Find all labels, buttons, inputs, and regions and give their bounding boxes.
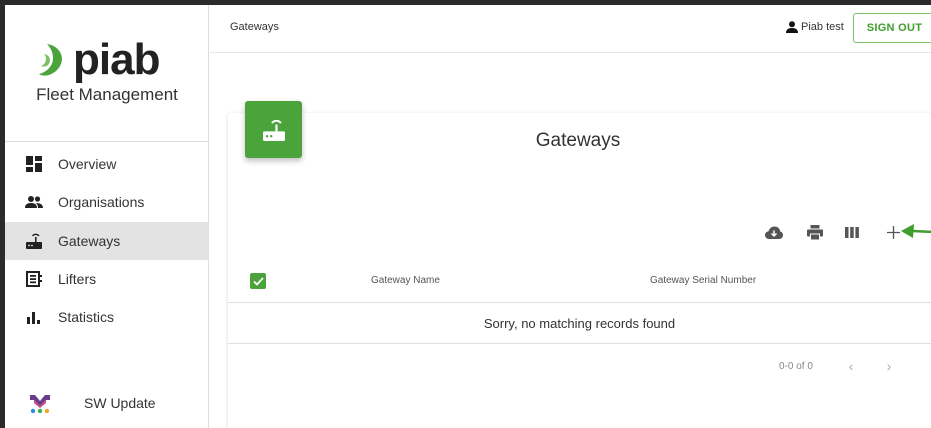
top-header: Gateways Piab test SIGN OUT [210, 5, 931, 53]
brand-area: piab Fleet Management [5, 5, 209, 142]
add-icon [886, 225, 900, 239]
colorful-m-logo-icon [30, 395, 50, 414]
add-button[interactable] [883, 222, 903, 242]
sidebar-item-lifters[interactable]: Lifters [5, 260, 209, 298]
bar-chart-icon [25, 308, 43, 326]
view-columns-icon [845, 226, 859, 238]
user-menu[interactable]: Piab test [786, 21, 844, 33]
next-page-button[interactable]: › [881, 357, 897, 375]
card-title: Gateways [535, 130, 621, 151]
dashboard-icon [25, 155, 43, 173]
column-header-gateway-serial[interactable]: Gateway Serial Number [650, 275, 756, 286]
chevron-right-icon: › [886, 358, 892, 374]
pagination-info: 0-0 of 0 [779, 361, 813, 372]
piab-logo[interactable]: piab [39, 35, 160, 84]
sw-update-label: SW Update [84, 395, 156, 411]
print-icon [807, 224, 823, 240]
sidebar-item-sw-update[interactable]: SW Update [5, 385, 209, 421]
empty-message: Sorry, no matching records found [483, 316, 676, 331]
breadcrumb: Gateways [230, 21, 279, 33]
sidebar: piab Fleet Management Overview Organisat… [5, 5, 209, 428]
user-name: Piab test [801, 21, 844, 33]
checkmark-icon [252, 276, 264, 286]
download-button[interactable] [764, 222, 784, 242]
sidebar-item-organisations[interactable]: Organisations [5, 183, 209, 221]
previous-page-button[interactable]: ‹ [843, 357, 859, 375]
table-header-row [228, 261, 931, 303]
logo-text: piab [73, 35, 160, 84]
sidebar-item-label: Gateways [58, 233, 121, 249]
people-icon [25, 193, 43, 211]
column-header-gateway-name[interactable]: Gateway Name [371, 275, 440, 286]
piab-swirl-icon [39, 44, 62, 76]
sign-out-button[interactable]: SIGN OUT [853, 13, 931, 43]
sidebar-item-label: Lifters [58, 271, 97, 287]
print-button[interactable] [805, 222, 825, 242]
sidebar-item-overview[interactable]: Overview [5, 145, 209, 183]
sidebar-item-label: Organisations [58, 194, 145, 210]
app-window: piab Fleet Management Overview Organisat… [5, 5, 931, 428]
chevron-left-icon: ‹ [848, 358, 854, 374]
cloud-download-icon [765, 226, 783, 239]
sidebar-item-statistics[interactable]: Statistics [5, 298, 209, 336]
sidebar-item-label: Overview [58, 156, 117, 172]
sidebar-item-label: Statistics [58, 309, 115, 325]
green-pointer-arrow [901, 224, 931, 238]
view-columns-button[interactable] [842, 222, 862, 242]
router-icon [25, 232, 43, 250]
app-subtitle: Fleet Management [36, 85, 178, 104]
select-all-checkbox[interactable] [250, 273, 266, 289]
sidebar-item-gateways[interactable]: Gateways [5, 222, 209, 260]
list-box-icon [25, 270, 43, 288]
user-icon [786, 21, 798, 33]
